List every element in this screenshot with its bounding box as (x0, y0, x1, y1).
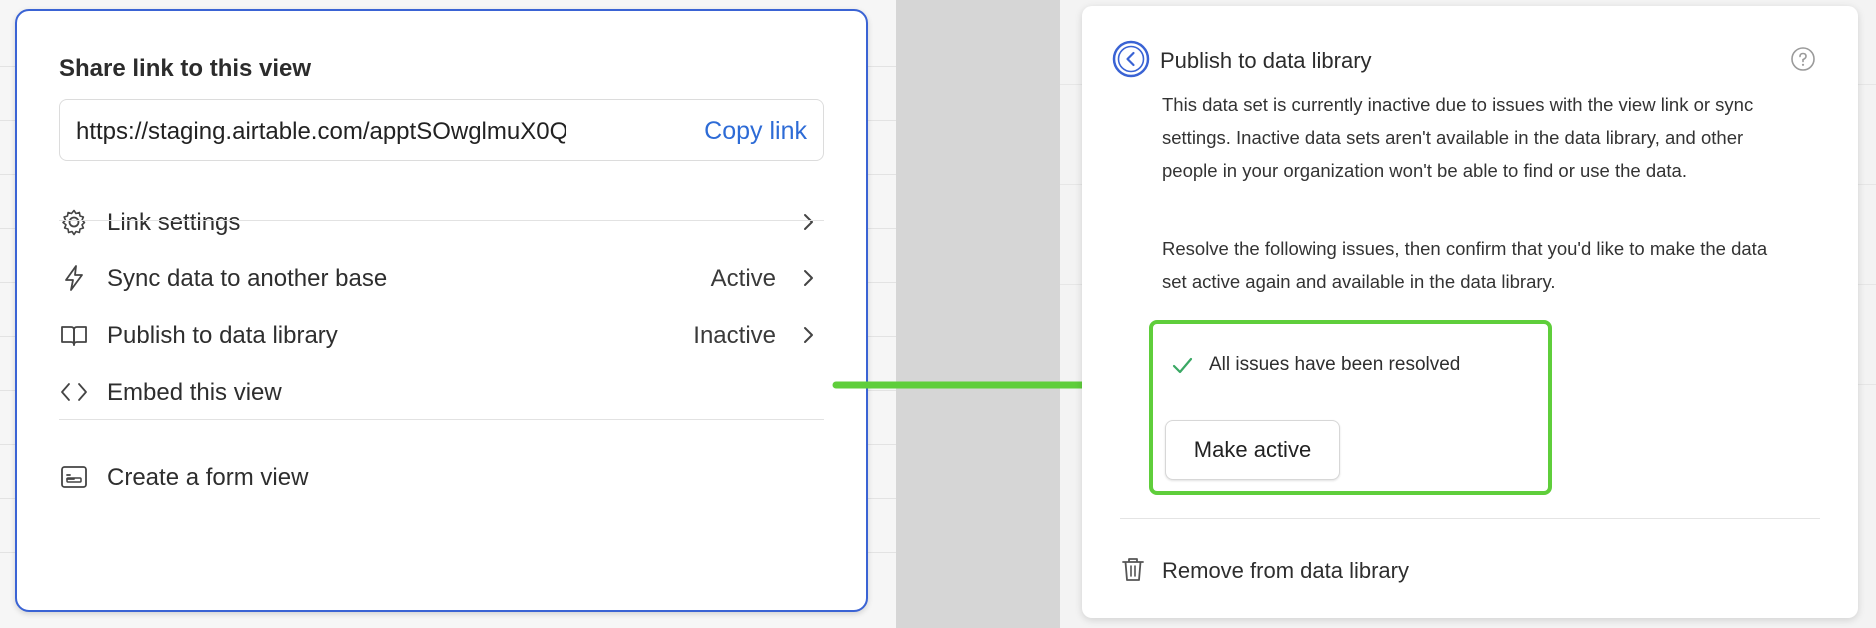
gear-icon (62, 209, 86, 236)
publish-data-library-panel: Publish to data library This data set is… (1082, 6, 1858, 618)
menu-item-label: Embed this view (107, 379, 282, 406)
back-button-icon[interactable] (1112, 40, 1150, 78)
menu-divider (59, 220, 824, 221)
menu-item-label: Link settings (107, 209, 241, 236)
book-icon (61, 326, 87, 346)
menu-item-embed-view[interactable]: Embed this view (59, 367, 824, 417)
resolve-highlight-box: All issues have been resolved Make activ… (1149, 320, 1552, 495)
lightning-icon (65, 265, 83, 291)
resolve-instructions-text: Resolve the following issues, then confi… (1162, 238, 1768, 292)
chevron-right-icon (804, 214, 813, 230)
share-panel-title: Share link to this view (59, 55, 312, 82)
issues-resolved-text: All issues have been resolved (1209, 354, 1461, 375)
menu-item-publish-data-library[interactable]: Publish to data library Inactive (59, 310, 824, 360)
code-icon (61, 383, 87, 401)
menu-item-label: Publish to data library (107, 322, 338, 349)
menu-item-label: Sync data to another base (107, 265, 388, 292)
remove-from-library-label: Remove from data library (1162, 558, 1409, 583)
panel-divider (1120, 518, 1820, 519)
chevron-right-icon (804, 270, 813, 286)
form-icon (61, 466, 87, 488)
inactive-explanation-text: This data set is currently inactive due … (1162, 94, 1754, 181)
share-link-field[interactable]: https://staging.airtable.com/apptSOwglmu… (59, 99, 824, 161)
checkmark-icon (1172, 357, 1193, 374)
publish-panel-title: Publish to data library (1160, 48, 1372, 73)
copy-link-button[interactable]: Copy link (704, 117, 807, 146)
menu-item-link-settings[interactable]: Link settings (59, 197, 824, 247)
trash-icon (1122, 558, 1144, 581)
sync-status-text: Active (710, 265, 776, 292)
gap-background (896, 0, 1060, 628)
share-link-url[interactable]: https://staging.airtable.com/apptSOwglmu… (76, 118, 566, 146)
menu-item-create-form-view[interactable]: Create a form view (59, 452, 824, 502)
remove-from-library-item[interactable]: Remove from data library (1120, 546, 1820, 596)
menu-divider (59, 419, 824, 420)
make-active-button[interactable]: Make active (1165, 420, 1340, 480)
menu-item-sync-data[interactable]: Sync data to another base Active (59, 253, 824, 303)
publish-status-text: Inactive (693, 322, 776, 349)
share-link-panel: Share link to this view https://staging.… (15, 9, 868, 612)
help-icon[interactable] (1790, 46, 1816, 72)
chevron-right-icon (804, 327, 813, 343)
menu-item-label: Create a form view (107, 464, 309, 491)
